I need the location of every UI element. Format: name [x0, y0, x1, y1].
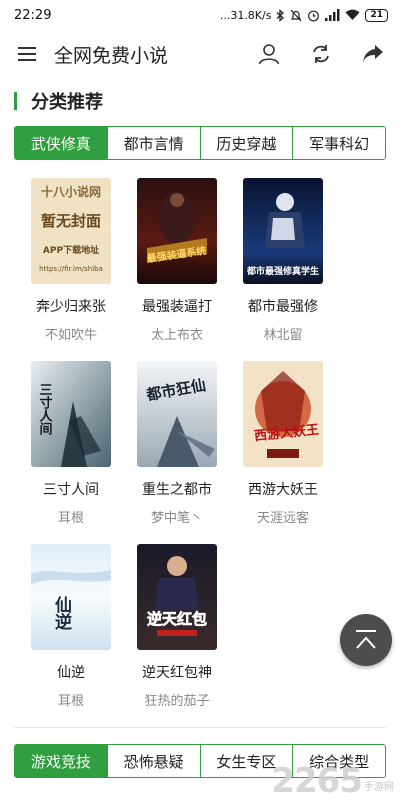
cover-text: 十八小说网 [41, 184, 101, 199]
book-title: 西游大妖王 [248, 482, 318, 498]
cover-text: https://fir.im/shiba [39, 265, 103, 273]
watermark-text: 手游网 [364, 782, 394, 793]
book-title: 仙逆 [57, 665, 85, 681]
cover-text: 仙逆 [51, 595, 72, 631]
status-time: 22:29 [14, 7, 52, 23]
refresh-icon[interactable] [308, 41, 334, 67]
section-accent-bar [14, 92, 17, 110]
back-to-top-button[interactable] [340, 614, 392, 666]
book-card[interactable]: 都市最强修真学生 都市最强修 林北留 [230, 178, 336, 343]
book-title: 逆天红包神 [142, 665, 212, 681]
book-cover: 最强装逼系统 [137, 178, 217, 284]
book-card[interactable]: 都市狂仙 重生之都市 梦中笔丶 [124, 361, 230, 526]
book-card[interactable]: 三寸人间 三寸人间 耳根 [18, 361, 124, 526]
book-author: 太上布衣 [150, 328, 203, 343]
book-cover: 逆天红包 [137, 544, 217, 650]
book-author: 耳根 [57, 511, 84, 526]
book-author: 梦中笔丶 [150, 511, 203, 526]
user-icon[interactable] [256, 41, 282, 67]
mute-bell-icon [291, 9, 302, 21]
cover-text: 暂无封面 [41, 212, 101, 230]
bluetooth-icon [277, 8, 285, 22]
tab-horror[interactable]: 恐怖悬疑 [107, 745, 201, 777]
book-title: 最强装逼打 [142, 299, 212, 315]
app-bar: 全网免费小说 [0, 30, 400, 78]
arrow-up-icon [356, 630, 376, 649]
wifi-icon [345, 9, 360, 20]
app-actions [256, 41, 386, 67]
book-cover: 十八小说网 暂无封面 APP下载地址 https://fir.im/shiba [31, 178, 111, 284]
book-cover: 西游大妖王 [243, 361, 323, 467]
book-card[interactable]: 最强装逼系统 最强装逼打 太上布衣 [124, 178, 230, 343]
book-card[interactable]: 十八小说网 暂无封面 APP下载地址 https://fir.im/shiba … [18, 178, 124, 343]
book-card[interactable]: 西游大妖王 西游大妖王 天涯远客 [230, 361, 336, 526]
tab-urban-romance[interactable]: 都市言情 [107, 127, 201, 159]
book-author: 不如吹牛 [44, 328, 97, 343]
tab-military-scifi[interactable]: 军事科幻 [293, 127, 385, 159]
book-cover: 都市最强修真学生 [243, 178, 323, 284]
book-cover: 都市狂仙 [137, 361, 217, 467]
alarm-icon [308, 10, 320, 21]
book-title: 都市最强修 [248, 299, 318, 315]
book-author: 耳根 [57, 694, 84, 709]
status-bar: 22:29 ...31.8K/s 21 [0, 0, 400, 30]
section-divider [14, 727, 386, 728]
book-cover: 仙逆 [31, 544, 111, 650]
book-title: 奔少归来张 [36, 299, 106, 315]
section-title: 分类推荐 [31, 92, 103, 113]
book-author: 林北留 [263, 328, 303, 343]
book-title: 三寸人间 [43, 482, 99, 498]
watermark-logo: 2265 [271, 761, 363, 800]
menu-icon[interactable] [16, 43, 38, 65]
battery-level: 21 [365, 8, 388, 22]
book-card[interactable]: 逆天红包 逆天红包神 狂热的茄子 [124, 544, 230, 709]
book-title: 重生之都市 [142, 482, 212, 498]
network-speed: ...31.8K/s [219, 8, 272, 22]
cover-text: 逆天红包 [147, 610, 207, 628]
tab-games[interactable]: 游戏竞技 [15, 745, 108, 777]
signal-icon [325, 9, 340, 21]
section-header: 分类推荐 [14, 88, 400, 114]
book-author: 狂热的茄子 [144, 694, 210, 709]
tab-history[interactable]: 历史穿越 [200, 127, 294, 159]
tab-wuxia[interactable]: 武侠修真 [15, 127, 108, 159]
share-icon[interactable] [360, 41, 386, 67]
book-cover: 三寸人间 [31, 361, 111, 467]
cover-text: 都市最强修真学生 [246, 265, 319, 277]
status-icons: ...31.8K/s 21 [219, 8, 388, 22]
book-card[interactable]: 仙逆 仙逆 耳根 [18, 544, 124, 709]
category-tabs: 武侠修真 都市言情 历史穿越 军事科幻 [14, 126, 386, 160]
cover-text: 三寸人间 [37, 383, 53, 436]
cover-text: APP下载地址 [43, 244, 99, 256]
book-author: 天涯远客 [256, 511, 309, 526]
watermark: 2265 手游网 [271, 764, 394, 798]
app-title: 全网免费小说 [54, 44, 169, 67]
